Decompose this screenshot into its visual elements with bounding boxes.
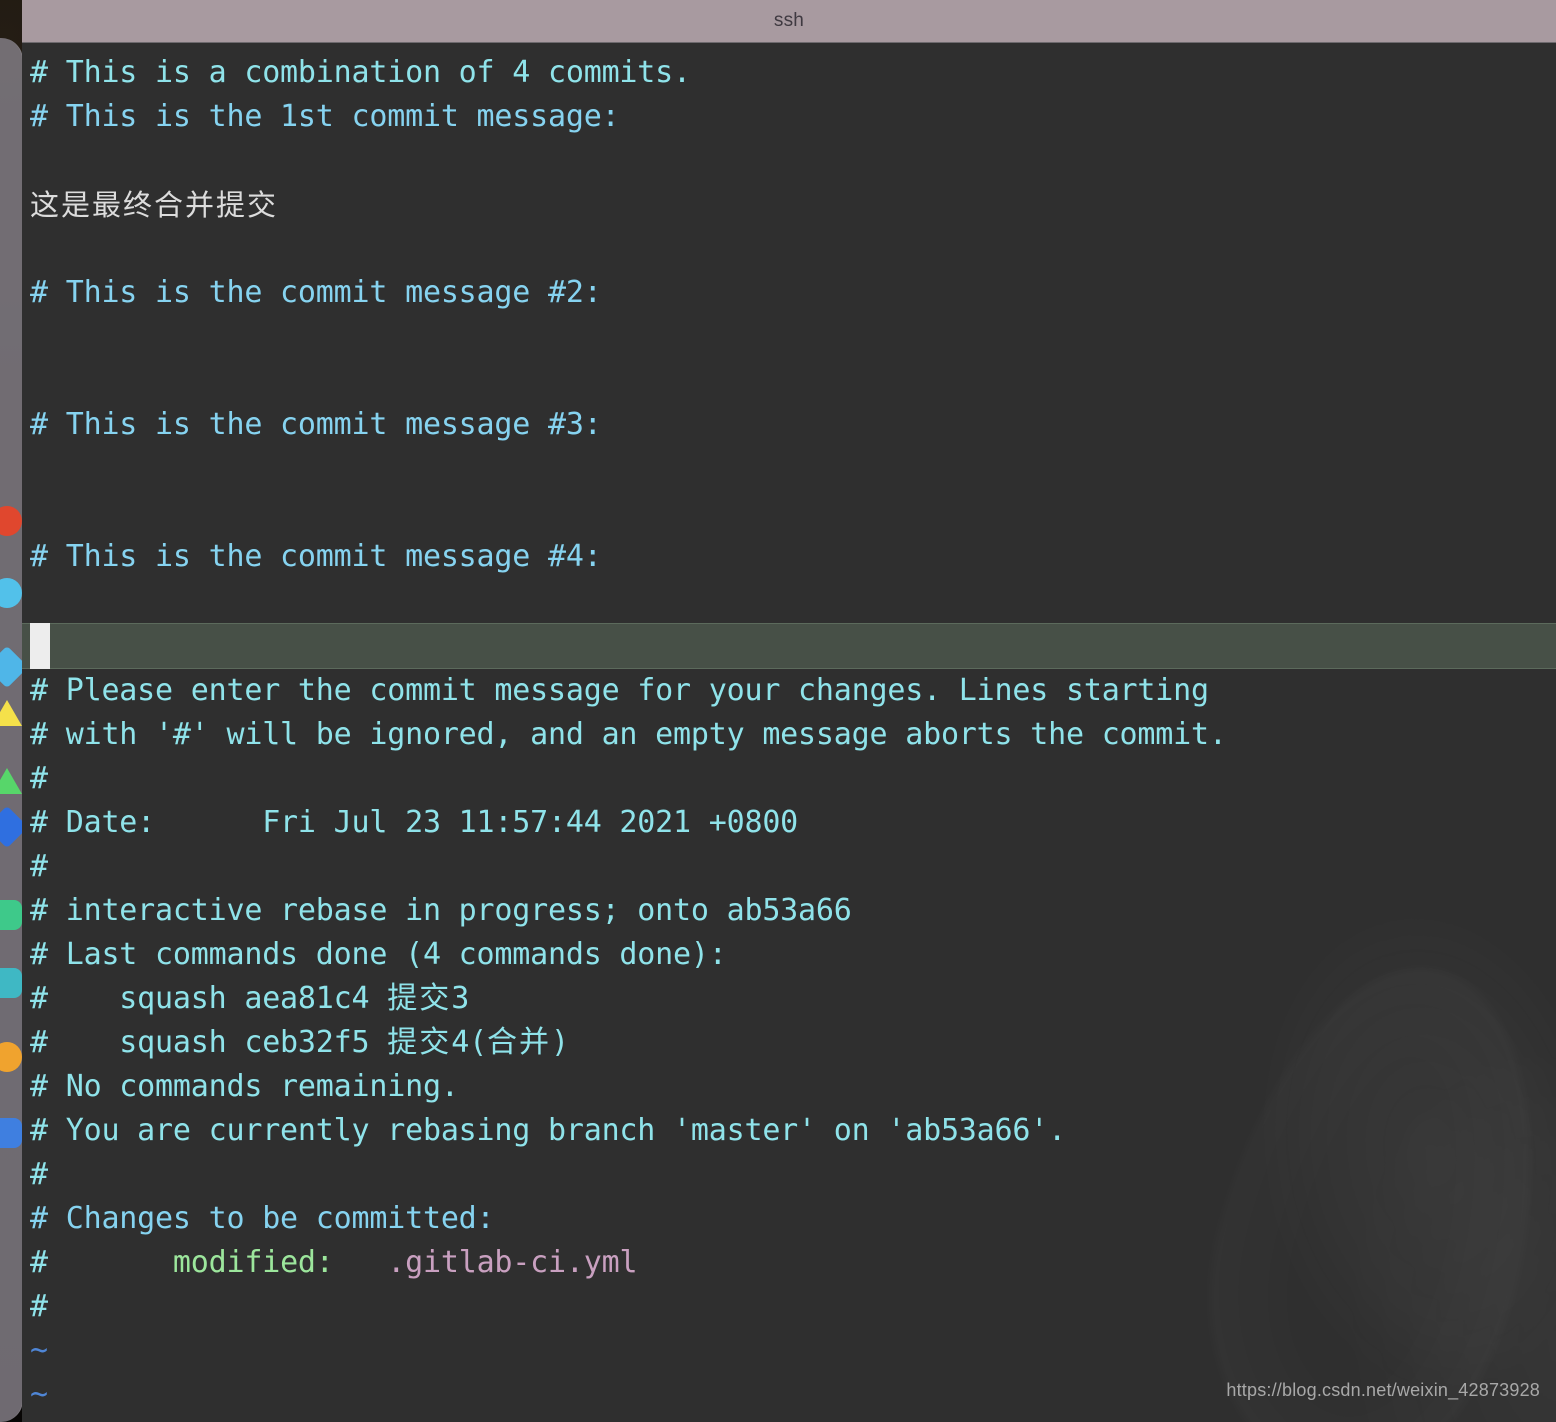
dock-icon-orange-circle[interactable] bbox=[0, 1042, 22, 1072]
hash-prefix: # bbox=[30, 1245, 173, 1280]
text-cursor bbox=[30, 623, 50, 669]
window-title: ssh bbox=[773, 10, 805, 31]
editor-line-comment[interactable]: # with '#' will be ignored, and an empty… bbox=[22, 713, 1556, 757]
editor-line-selected[interactable] bbox=[22, 623, 1556, 669]
dock-icon-red-circle[interactable] bbox=[0, 506, 22, 536]
editor-line-comment[interactable]: # interactive rebase in progress; onto a… bbox=[22, 889, 1556, 933]
editor-line-comment[interactable]: # squash aea81c4 提交3 bbox=[22, 977, 1556, 1021]
editor-line-blank bbox=[22, 491, 1556, 535]
dock-icon-blue-round[interactable] bbox=[0, 1118, 22, 1148]
editor-line-blank bbox=[22, 359, 1556, 403]
editor-line-commit-message[interactable]: 这是最终合并提交 bbox=[22, 183, 1556, 227]
editor-line-comment[interactable]: # bbox=[22, 1153, 1556, 1197]
editor-line-comment[interactable]: # bbox=[22, 757, 1556, 801]
dock-icon-blue-circle[interactable] bbox=[0, 578, 22, 608]
macos-dock[interactable] bbox=[0, 38, 23, 1422]
terminal-titlebar[interactable]: ssh bbox=[22, 0, 1556, 43]
editor-line-comment[interactable]: # This is a combination of 4 commits. bbox=[22, 51, 1556, 95]
editor-line-comment[interactable]: # No commands remaining. bbox=[22, 1065, 1556, 1109]
editor-line-blank bbox=[22, 315, 1556, 359]
vim-buffer[interactable]: # This is a combination of 4 commits. # T… bbox=[22, 43, 1556, 1417]
editor-line-blank bbox=[22, 139, 1556, 183]
editor-line-comment[interactable]: # Date: Fri Jul 23 11:57:44 2021 +0800 bbox=[22, 801, 1556, 845]
editor-line-comment[interactable]: # bbox=[22, 845, 1556, 889]
modified-filename: .gitlab-ci.yml bbox=[387, 1245, 638, 1280]
editor-line-comment[interactable]: # squash ceb32f5 提交4(合并) bbox=[22, 1021, 1556, 1065]
dock-icon-yellow-tri[interactable] bbox=[0, 700, 22, 726]
editor-line-blank bbox=[22, 227, 1556, 271]
modified-label: modified: bbox=[172, 1245, 334, 1280]
editor-line-blank bbox=[22, 579, 1556, 623]
dock-icon-blue-diamond[interactable] bbox=[0, 805, 22, 849]
editor-line-comment[interactable]: # Please enter the commit message for yo… bbox=[22, 669, 1556, 713]
editor-line-comment[interactable]: # Last commands done (4 commands done): bbox=[22, 933, 1556, 977]
editor-line-comment[interactable]: # You are currently rebasing branch 'mas… bbox=[22, 1109, 1556, 1153]
editor-line-tilde[interactable]: ~ bbox=[22, 1329, 1556, 1373]
dock-icon-green-gradient[interactable] bbox=[0, 900, 22, 930]
terminal-body[interactable]: # This is a combination of 4 commits. # T… bbox=[22, 43, 1556, 1422]
editor-line-comment[interactable]: # Changes to be committed: bbox=[22, 1197, 1556, 1241]
editor-line-modified-file[interactable]: # modified: .gitlab-ci.yml bbox=[22, 1241, 1556, 1285]
dock-icon-green-tri[interactable] bbox=[0, 768, 22, 794]
editor-line-comment[interactable]: # bbox=[22, 1285, 1556, 1329]
terminal-window[interactable]: ssh # This is a combination of 4 commits… bbox=[22, 0, 1556, 1422]
dock-icon-cyan-diamond[interactable] bbox=[0, 645, 22, 689]
editor-line-blank bbox=[22, 447, 1556, 491]
editor-line-comment[interactable]: # This is the 1st commit message: bbox=[22, 95, 1556, 139]
editor-line-comment[interactable]: # This is the commit message #4: bbox=[22, 535, 1556, 579]
screen: ssh # This is a combination of 4 commits… bbox=[0, 0, 1556, 1422]
editor-line-comment[interactable]: # This is the commit message #2: bbox=[22, 271, 1556, 315]
watermark: https://blog.csdn.net/weixin_42873928 bbox=[1226, 1380, 1540, 1400]
dock-icon-teal-round[interactable] bbox=[0, 968, 22, 998]
editor-line-comment[interactable]: # This is the commit message #3: bbox=[22, 403, 1556, 447]
